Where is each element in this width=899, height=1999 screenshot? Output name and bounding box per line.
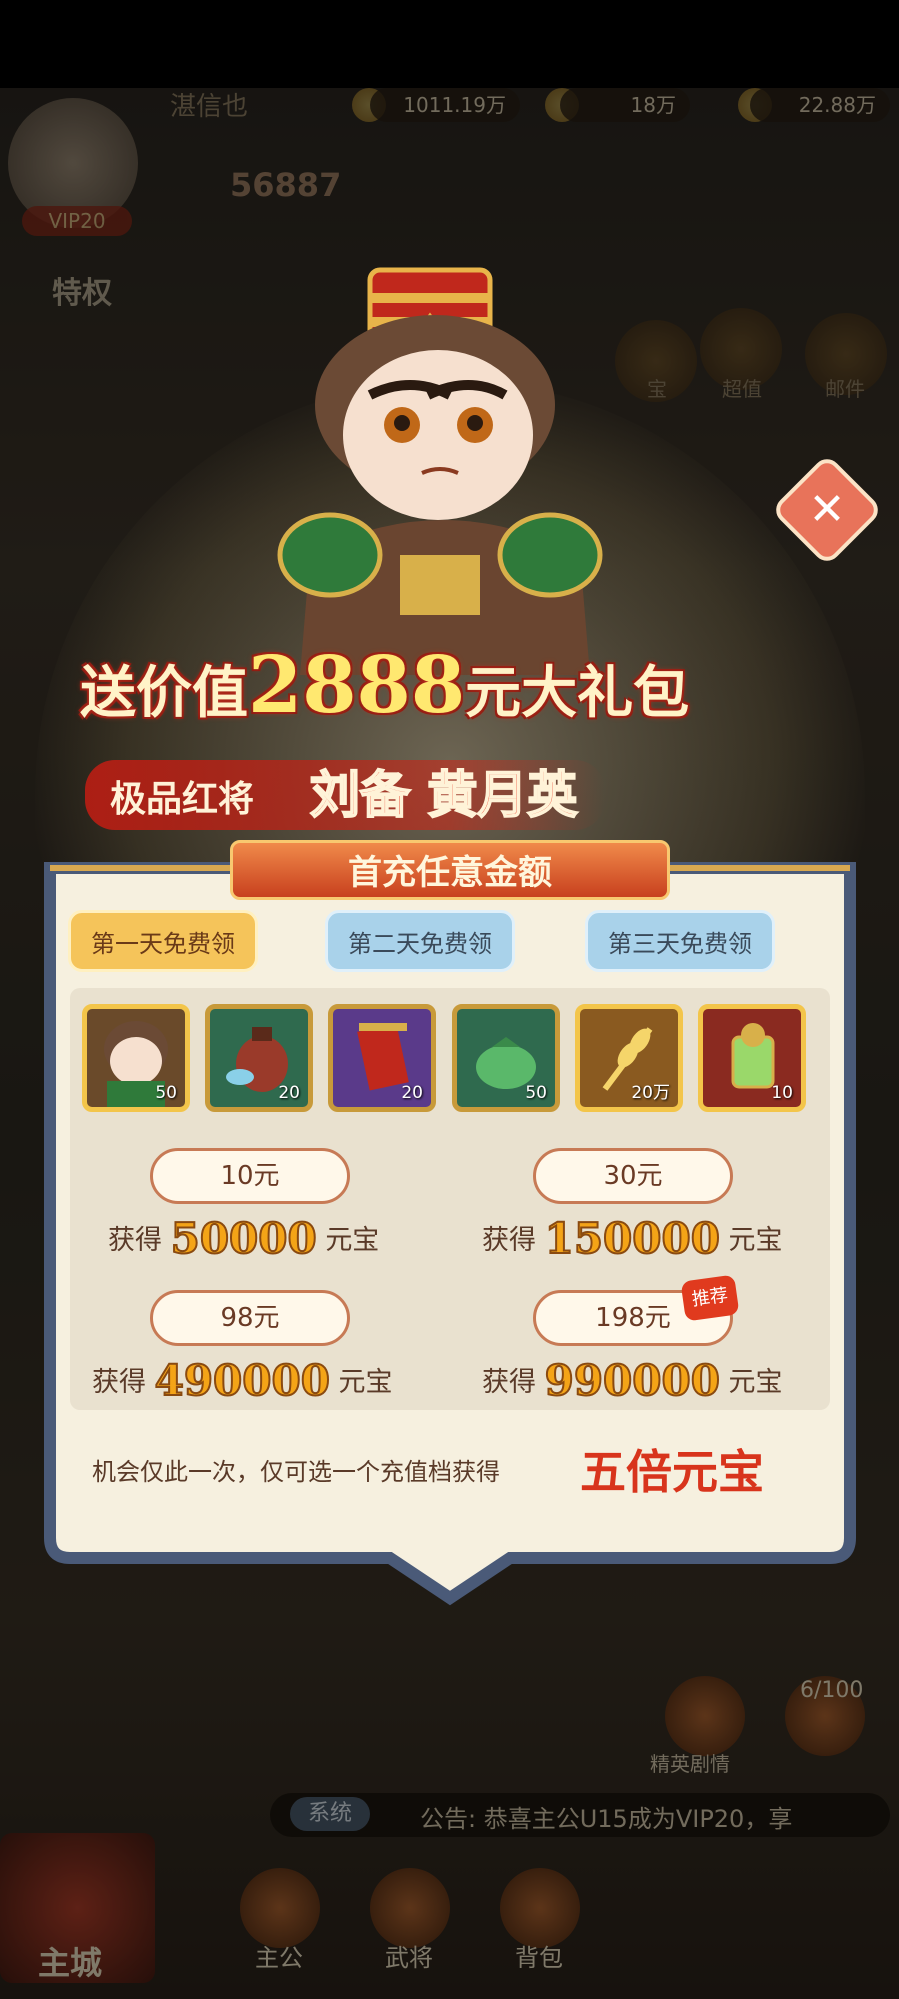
item-count: 10 — [771, 1083, 793, 1103]
gain-label: 获得 — [482, 1367, 536, 1398]
five-times-highlight: 五倍元宝 — [580, 1445, 764, 1499]
reward-item-token[interactable]: 10 — [698, 1004, 806, 1112]
item-count: 20万 — [631, 1083, 670, 1103]
reward-item-bag[interactable]: 50 — [452, 1004, 560, 1112]
title-suffix: 元大礼包 — [465, 660, 690, 726]
hero-names: 刘备 黄月英 — [309, 764, 578, 825]
title-prefix: 送价值 — [80, 660, 248, 726]
gain-label: 获得 — [108, 1225, 162, 1256]
tier-10-gain: 获得 50000 元宝 — [108, 1213, 380, 1264]
gain-unit: 元宝 — [728, 1367, 783, 1398]
reward-item-scroll[interactable]: 20 — [328, 1004, 436, 1112]
reward-item-hero[interactable]: 50 — [82, 1004, 190, 1112]
tier-98-gain: 获得 490000 元宝 — [92, 1355, 393, 1406]
gain-amount: 490000 — [154, 1355, 331, 1406]
gain-unit: 元宝 — [325, 1225, 380, 1256]
gain-amount: 50000 — [170, 1213, 318, 1264]
gain-unit: 元宝 — [338, 1367, 393, 1398]
tier-30-button[interactable]: 30元 — [533, 1148, 733, 1204]
tab-day-two[interactable]: 第二天免费领 — [325, 910, 515, 972]
gain-amount: 150000 — [544, 1213, 721, 1264]
tier-198-gain: 获得 990000 元宝 — [482, 1355, 783, 1406]
close-icon[interactable]: ✕ — [787, 470, 867, 550]
tier-10-button[interactable]: 10元 — [150, 1148, 350, 1204]
gain-amount: 990000 — [544, 1355, 721, 1406]
gain-label: 获得 — [482, 1225, 536, 1256]
title-amount: 2888 — [248, 640, 466, 731]
tier-30-gain: 获得 150000 元宝 — [482, 1213, 783, 1264]
gain-unit: 元宝 — [728, 1225, 783, 1256]
tab-day-three[interactable]: 第三天免费领 — [585, 910, 775, 972]
reward-item-wine[interactable]: 20 — [205, 1004, 313, 1112]
hero-character-illustration — [277, 267, 603, 675]
reward-item-wheat[interactable]: 20万 — [575, 1004, 683, 1112]
tab-day-one[interactable]: 第一天免费领 — [68, 910, 258, 972]
item-count: 20 — [401, 1083, 423, 1103]
ribbon-text: 首充任意金额 — [348, 853, 552, 893]
popup-title: 送价值2888元大礼包 — [80, 640, 689, 731]
item-count: 20 — [278, 1083, 300, 1103]
tier-98-button[interactable]: 98元 — [150, 1290, 350, 1346]
recommend-badge: 推荐 — [680, 1274, 740, 1322]
chance-note: 机会仅此一次，仅可选一个充值档获得 — [92, 1458, 500, 1486]
item-count: 50 — [155, 1083, 177, 1103]
gain-label: 获得 — [92, 1367, 146, 1398]
subtitle-tag: 极品红将 — [110, 778, 255, 820]
item-count: 50 — [525, 1083, 547, 1103]
